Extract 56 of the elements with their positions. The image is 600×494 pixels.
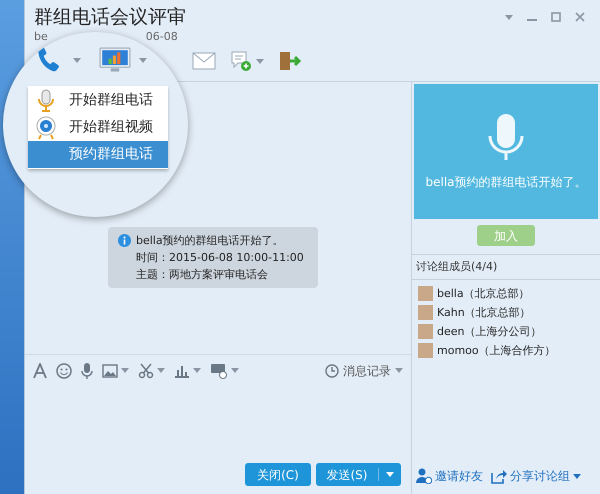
screen-share-icon[interactable] [210, 362, 228, 378]
emoji-icon[interactable] [56, 362, 72, 378]
caret-icon[interactable] [73, 58, 81, 62]
message-add-icon[interactable] [230, 50, 252, 72]
send-button[interactable]: 发送(S) [316, 463, 401, 486]
caret-icon[interactable] [139, 58, 147, 62]
subtitle-text: be [34, 30, 48, 44]
menu-item[interactable]: 开始群组视频 [28, 114, 168, 141]
maximize-icon[interactable] [551, 12, 561, 22]
message-input-field[interactable]: 关闭(C) 发送(S) [25, 386, 411, 494]
invite-friends-button[interactable]: 邀请好友 [416, 467, 483, 485]
avatar-placeholder [418, 343, 433, 358]
image-icon[interactable] [102, 364, 118, 378]
exit-door-icon[interactable] [278, 50, 302, 72]
share-group-button[interactable]: 分享讨论组 [491, 467, 581, 485]
font-icon[interactable] [33, 362, 47, 378]
caret-icon[interactable] [386, 472, 394, 477]
members-header: 讨论组成员(4/4) [412, 254, 600, 280]
menu-item[interactable]: 预约群组电话 [28, 141, 168, 168]
caret-icon[interactable] [121, 368, 129, 373]
share-icon [491, 468, 507, 484]
info-icon [118, 234, 131, 247]
avatar-placeholder [418, 286, 433, 301]
caret-icon[interactable] [193, 368, 201, 373]
member-item[interactable]: momoo（上海合作方） [418, 342, 600, 359]
history-button[interactable]: 消息记录 [325, 362, 403, 380]
subtitle-date: 06-08 [146, 30, 178, 44]
scissors-icon[interactable] [138, 362, 154, 378]
menu-item[interactable]: 开始群组电话 [28, 87, 168, 114]
envelope-icon[interactable] [192, 52, 216, 70]
close-icon[interactable] [575, 12, 585, 22]
caret-icon[interactable] [395, 368, 403, 373]
member-item[interactable]: deen（上海分公司） [418, 323, 600, 340]
caret-icon[interactable] [157, 368, 165, 373]
microphone-icon [487, 112, 525, 162]
bar-chart-icon[interactable] [174, 364, 190, 378]
notice-text: 主题：两地方案评审电话会 [136, 267, 269, 283]
webcam-icon [35, 116, 57, 140]
microphone-icon [37, 88, 55, 112]
monitor-chart-icon[interactable] [99, 47, 131, 73]
notice-text: bella预约的群组电话开始了。 [136, 233, 285, 249]
microphone-icon[interactable] [81, 362, 93, 378]
add-user-icon [416, 468, 432, 484]
clock-icon [325, 364, 339, 378]
caret-icon[interactable] [573, 474, 581, 478]
caret-icon[interactable] [231, 368, 239, 373]
member-item[interactable]: bella（北京总部） [418, 285, 600, 302]
caret-icon[interactable] [505, 14, 513, 20]
avatar-placeholder [418, 324, 433, 339]
close-button[interactable]: 关闭(C) [245, 463, 311, 486]
member-item[interactable]: Kahn（北京总部） [418, 304, 600, 321]
avatar-placeholder [418, 305, 433, 320]
window-title: 群组电话会议评审 [34, 5, 186, 30]
caret-icon[interactable] [256, 58, 264, 64]
call-status-text: bella预约的群组电话开始了。 [425, 174, 587, 190]
notice-text: 时间：2015-06-08 10:00-11:00 [136, 250, 304, 266]
